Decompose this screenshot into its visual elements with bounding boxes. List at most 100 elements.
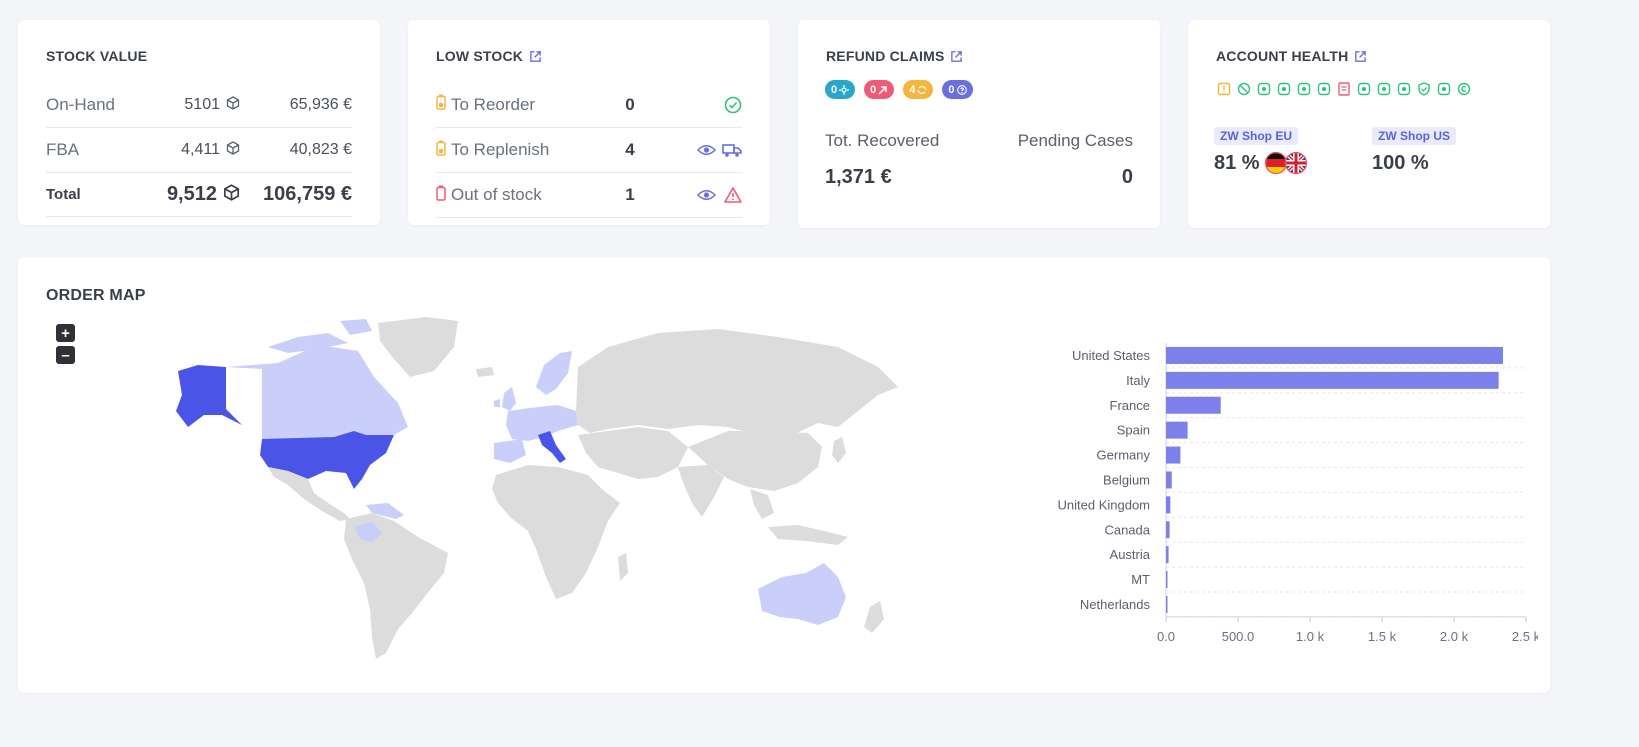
barcode-icon[interactable] [1316,81,1332,97]
category-label: Spain [1117,423,1150,438]
x-tick-label: 500.0 [1222,629,1255,644]
stock-row-on-hand: On-Hand 5101 65,936 € [46,82,352,128]
question-icon [956,84,967,95]
image-icon[interactable] [1436,81,1452,97]
stock-row-qty: 9,512 [166,183,217,205]
stock-value-card: STOCK VALUE On-Hand 5101 65,936 € FBA 4,… [18,20,380,225]
category-label: Netherlands [1080,597,1151,612]
low-stock-row-label: Out of stock [451,185,542,204]
stock-row-label: On-Hand [46,94,115,114]
gavel-icon[interactable] [1276,81,1292,97]
account-health-card: ACCOUNT HEALTH ZW Shop EU 81 % ZW Shop U… [1188,20,1550,228]
bar[interactable] [1166,346,1503,364]
refund-pill[interactable]: 0 [942,80,973,99]
rotate-icon [917,85,927,94]
copyright-icon[interactable] [1456,81,1472,97]
box-icon [223,183,240,206]
orders-bar-chart: United States Italy France Spain Germany Belg… [1058,343,1538,644]
low-stock-row-label: To Reorder [451,94,536,114]
box-icon [226,140,240,160]
stock-row-fba: FBA 4,411 40,823 € [46,128,352,173]
file-icon[interactable] [1396,81,1412,97]
bar[interactable] [1166,571,1168,589]
category-label: MT [1131,572,1150,587]
box-icon [226,95,240,115]
zoom-out-button[interactable]: – [56,346,75,364]
greenland [378,317,458,377]
arrow-up-right-icon [878,85,887,95]
refund-claims-title[interactable]: REFUND CLAIMS [826,48,963,64]
thumbs-down-icon[interactable] [1376,81,1392,97]
bar[interactable] [1166,595,1168,613]
category-label: Germany [1097,448,1151,463]
category-label: United Kingdom [1058,497,1151,512]
sun-icon [839,84,850,95]
category-label: France [1110,398,1150,413]
bar[interactable] [1166,396,1221,414]
x-tick-label: 0.0 [1157,629,1175,644]
bar[interactable] [1166,371,1499,389]
eye-icon[interactable] [697,142,716,158]
refund-claims-card: REFUND CLAIMS 0 0 4 0 Tot. Recovered 1,3… [798,20,1160,228]
shop-eu[interactable]: ZW Shop EU 81 % [1214,127,1308,175]
bar[interactable] [1166,521,1170,539]
battery-empty-icon [436,185,446,206]
low-stock-row-reorder: To Reorder 0 [436,82,742,128]
stock-row-label: FBA [46,140,80,159]
zoom-in-button[interactable]: + [56,324,75,342]
x-tick-label: 2.0 k [1440,629,1469,644]
bar[interactable] [1166,496,1171,514]
canada [226,345,408,439]
low-stock-row-out: Out of stock 1 [436,173,742,218]
low-stock-row-label: To Replenish [451,140,550,159]
low-stock-row-count: 4 [625,140,635,159]
refund-pill[interactable]: 4 [903,80,934,99]
shop-us[interactable]: ZW Shop US 100 % [1372,127,1456,175]
bar[interactable] [1166,421,1188,439]
check-circle-icon [724,96,742,113]
recovered-label: Tot. Recovered [825,131,940,150]
low-stock-row-count: 1 [625,185,635,204]
refund-pill[interactable]: 0 [864,80,895,99]
order-map-card: ORDER MAP + – United States Italy France… [18,257,1550,693]
document-icon[interactable] [1336,81,1352,97]
low-stock-title[interactable]: LOW STOCK [436,48,542,64]
truck-icon[interactable] [722,142,742,158]
info-icon[interactable] [1216,81,1232,97]
timer-icon[interactable] [1296,81,1312,97]
refund-pills: 0 0 4 0 [825,80,973,99]
stock-row-value: 65,936 € [289,95,352,113]
clock-icon[interactable] [1256,81,1272,97]
low-stock-row-replenish: To Replenish 4 [436,128,742,173]
battery-icon [436,94,446,115]
bar[interactable] [1166,546,1169,564]
stock-row-label: Total [46,186,81,203]
stock-row-value: 40,823 € [289,141,352,158]
order-map-title: ORDER MAP [46,287,146,304]
external-link-icon[interactable] [950,50,963,63]
health-icons [1216,81,1472,97]
external-link-icon[interactable] [1354,50,1367,63]
battery-icon [436,140,446,161]
warning-icon [724,187,742,203]
world-map[interactable] [158,307,918,667]
refund-pill[interactable]: 0 [825,80,856,99]
stock-row-qty: 5101 [184,95,220,113]
x-tick-label: 1.5 k [1368,629,1397,644]
headset-icon[interactable] [1356,81,1372,97]
shield-icon[interactable] [1416,81,1432,97]
low-stock-row-count: 0 [625,94,635,114]
alaska [176,365,242,427]
category-label: Austria [1110,547,1151,562]
bar[interactable] [1166,446,1181,464]
stock-value-title: STOCK VALUE [46,48,148,64]
external-link-icon[interactable] [529,50,542,63]
category-label: United States [1072,348,1151,363]
shop-health-value: 81 % [1214,151,1260,174]
bar[interactable] [1166,471,1172,489]
eye-icon[interactable] [697,187,716,203]
shop-badge: ZW Shop EU [1214,127,1298,145]
account-health-title[interactable]: ACCOUNT HEALTH [1216,48,1367,64]
ban-icon[interactable] [1236,81,1252,97]
low-stock-card: LOW STOCK To Reorder 0 To Replenish 4 Ou… [408,20,770,225]
